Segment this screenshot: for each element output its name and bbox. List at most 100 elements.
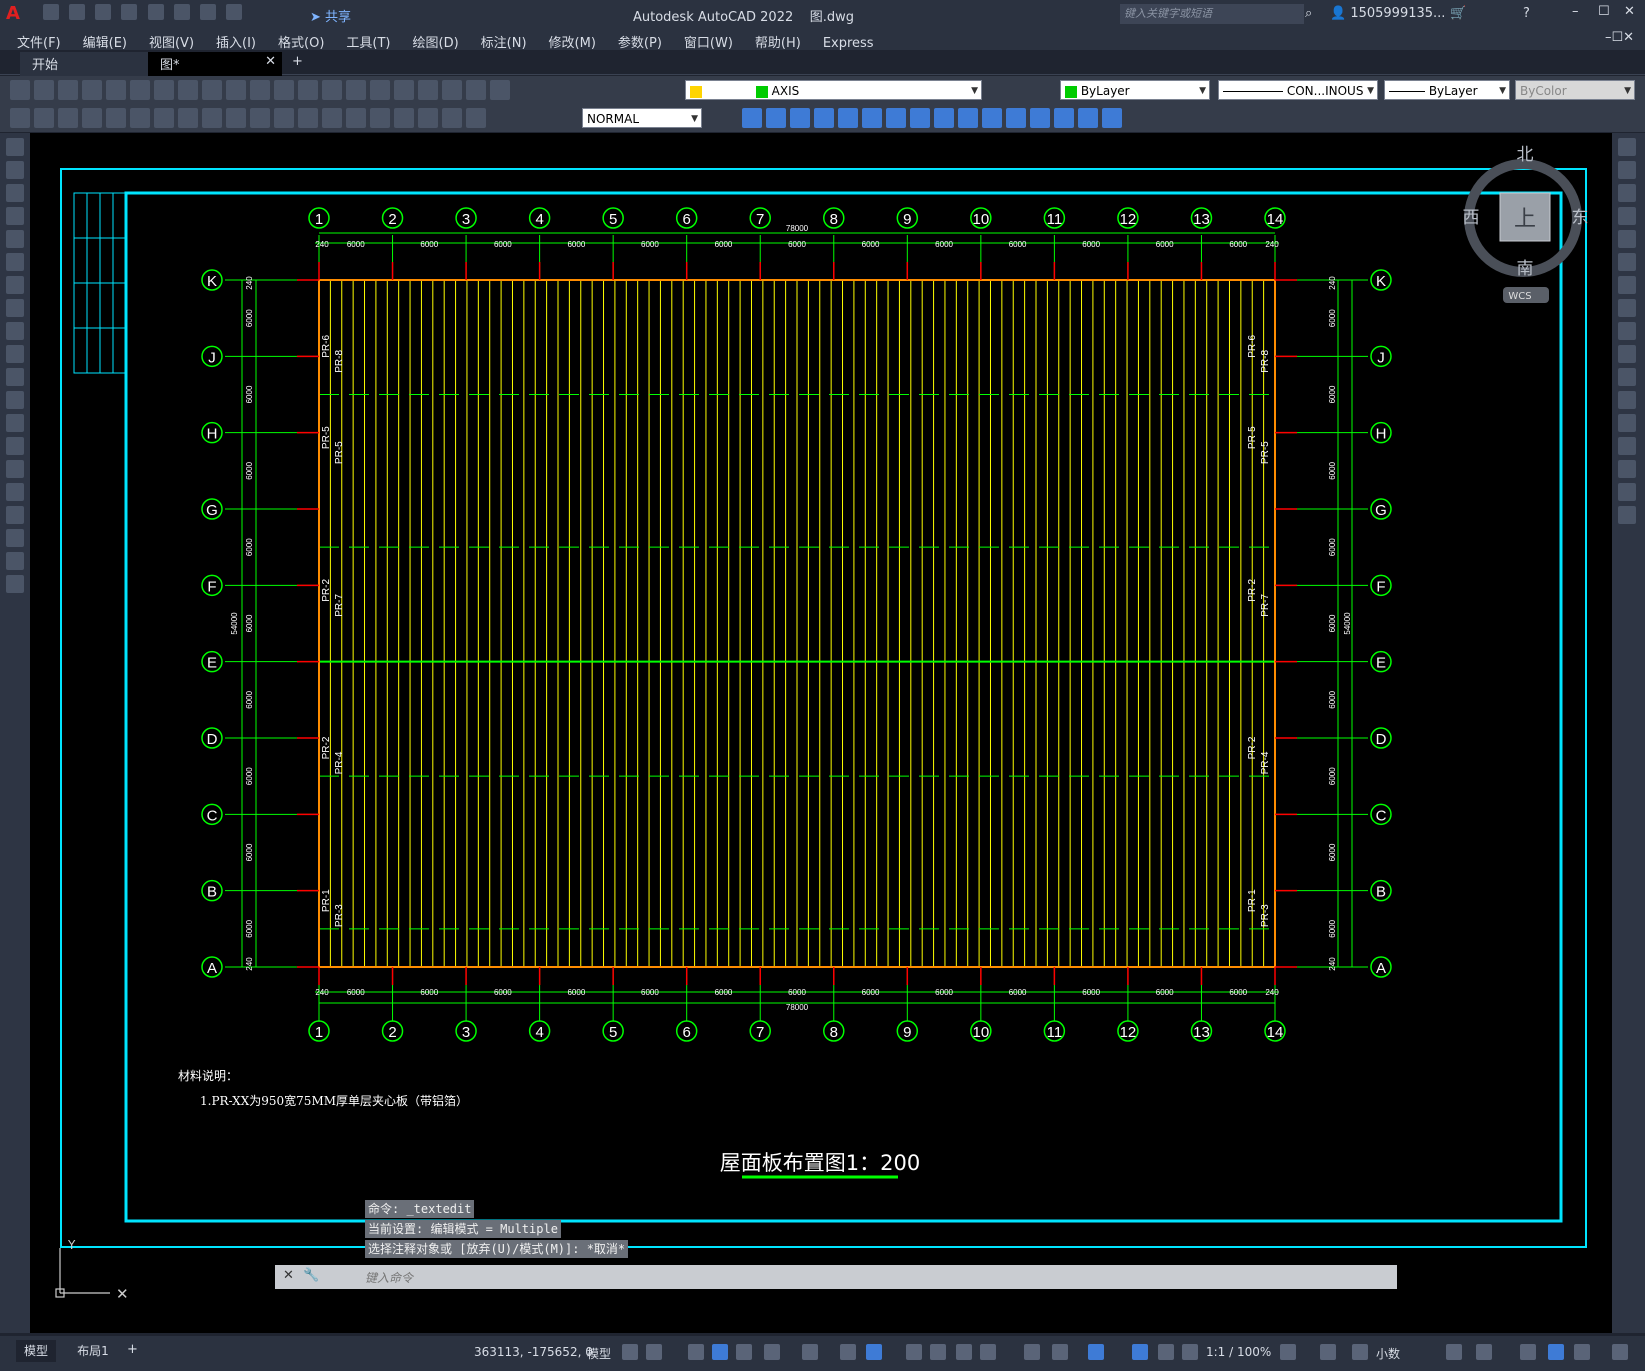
line-icon[interactable] bbox=[6, 138, 24, 156]
quick-dim-icon[interactable] bbox=[202, 108, 222, 128]
separate-icon[interactable] bbox=[1054, 108, 1074, 128]
table-icon[interactable] bbox=[6, 529, 24, 547]
polar-icon[interactable] bbox=[764, 1344, 780, 1360]
calculator-icon[interactable] bbox=[442, 80, 462, 100]
dim-diameter-icon[interactable] bbox=[154, 108, 174, 128]
dim-jogged-icon[interactable] bbox=[130, 108, 150, 128]
paste-icon[interactable] bbox=[202, 80, 222, 100]
clean-screen-icon[interactable] bbox=[1574, 1344, 1590, 1360]
save-icon[interactable] bbox=[58, 80, 78, 100]
imprint-icon[interactable] bbox=[1006, 108, 1026, 128]
erase-icon[interactable] bbox=[1618, 138, 1636, 156]
gizmo-icon[interactable] bbox=[1088, 1344, 1104, 1360]
open-icon[interactable] bbox=[69, 4, 86, 20]
hardware-acceleration-icon[interactable] bbox=[1548, 1344, 1564, 1360]
ellipse-icon[interactable] bbox=[6, 345, 24, 363]
close-command-icon[interactable]: ✕ bbox=[283, 1268, 294, 1283]
isolate-objects-icon[interactable] bbox=[1520, 1344, 1536, 1360]
plotstyle-select[interactable]: ByColor ▼ bbox=[1515, 80, 1635, 100]
viewcube-south[interactable]: 南 bbox=[1517, 259, 1534, 279]
insert-block-icon[interactable] bbox=[6, 391, 24, 409]
hatch-icon[interactable] bbox=[6, 460, 24, 478]
help-search-input[interactable]: 键入关键字或短语 bbox=[1120, 4, 1304, 24]
inspect-icon[interactable] bbox=[370, 108, 390, 128]
grid-icon[interactable] bbox=[622, 1344, 638, 1360]
redo-icon[interactable] bbox=[274, 80, 294, 100]
dim-break-icon[interactable] bbox=[298, 108, 318, 128]
offset-icon[interactable] bbox=[1618, 207, 1636, 225]
design-center-icon[interactable] bbox=[394, 80, 414, 100]
blend-icon[interactable] bbox=[1618, 483, 1636, 501]
minimize-button[interactable]: – bbox=[1572, 4, 1579, 19]
explode-icon[interactable] bbox=[1618, 506, 1636, 524]
save-icon[interactable] bbox=[95, 4, 112, 20]
maximize-button[interactable]: ☐ bbox=[1598, 4, 1610, 19]
color-face-icon[interactable] bbox=[982, 108, 1002, 128]
properties-icon[interactable] bbox=[370, 80, 390, 100]
open-icon[interactable] bbox=[34, 80, 54, 100]
user-account[interactable]: 👤 1505999135... bbox=[1330, 6, 1445, 21]
print-icon[interactable] bbox=[173, 4, 190, 20]
publish-icon[interactable] bbox=[130, 80, 150, 100]
save-as-icon[interactable] bbox=[121, 4, 138, 20]
taper-face-icon[interactable] bbox=[934, 108, 954, 128]
annotation-monitor-icon[interactable] bbox=[1320, 1344, 1336, 1360]
undo-icon[interactable] bbox=[199, 4, 216, 20]
layer-select[interactable]: AXIS ▼ bbox=[685, 80, 982, 100]
cart-icon[interactable]: 🛒 bbox=[1450, 6, 1466, 21]
region-icon[interactable] bbox=[6, 506, 24, 524]
workspace-gear-icon[interactable] bbox=[1280, 1344, 1296, 1360]
polygon-icon[interactable] bbox=[6, 207, 24, 225]
move-face-icon[interactable] bbox=[838, 108, 858, 128]
subtract-icon[interactable] bbox=[766, 108, 786, 128]
dim-edit-icon[interactable] bbox=[418, 108, 438, 128]
zoom-icon[interactable] bbox=[322, 80, 342, 100]
new-tab-button[interactable]: + bbox=[280, 52, 315, 76]
snap-icon[interactable] bbox=[646, 1344, 662, 1360]
dim-space-icon[interactable] bbox=[274, 108, 294, 128]
revision-cloud-icon[interactable] bbox=[6, 299, 24, 317]
join-icon[interactable] bbox=[1618, 414, 1636, 432]
arc-icon[interactable] bbox=[6, 253, 24, 271]
array-icon[interactable] bbox=[1618, 230, 1636, 248]
auto-scale-icon[interactable] bbox=[1158, 1344, 1174, 1360]
dim-aligned-icon[interactable] bbox=[34, 108, 54, 128]
copy-icon[interactable] bbox=[1618, 161, 1636, 179]
model-space-toggle[interactable]: 模型 bbox=[587, 1345, 611, 1362]
match-icon[interactable] bbox=[226, 80, 246, 100]
annotation-visibility-icon[interactable] bbox=[1132, 1344, 1148, 1360]
trim-icon[interactable] bbox=[1618, 345, 1636, 363]
cad-drawing[interactable]: 1122334455667788991010111112121313141460… bbox=[30, 133, 1612, 1333]
dim-angular-icon[interactable] bbox=[178, 108, 198, 128]
copy-face-icon[interactable] bbox=[958, 108, 978, 128]
center-mark-icon[interactable] bbox=[346, 108, 366, 128]
customize-wrench-icon[interactable]: 🔧 bbox=[303, 1268, 319, 1283]
dim-continue-icon[interactable] bbox=[250, 108, 270, 128]
dynamic-ucs-icon[interactable] bbox=[1024, 1344, 1040, 1360]
object-snap-tracking-icon[interactable] bbox=[840, 1344, 856, 1360]
viewcube-north[interactable]: 北 bbox=[1517, 145, 1534, 165]
offset-face-icon[interactable] bbox=[862, 108, 882, 128]
cut-icon[interactable] bbox=[154, 80, 174, 100]
dim-ordinate-icon[interactable] bbox=[82, 108, 102, 128]
stretch-icon[interactable] bbox=[1618, 322, 1636, 340]
dim-baseline-icon[interactable] bbox=[226, 108, 246, 128]
color-select[interactable]: ByLayer ▼ bbox=[1060, 80, 1210, 100]
lock-ui-icon[interactable] bbox=[1476, 1344, 1492, 1360]
tab-model[interactable]: 模型 bbox=[16, 1340, 56, 1362]
new-icon[interactable] bbox=[10, 80, 30, 100]
publish-icon[interactable] bbox=[147, 4, 164, 20]
tab-layout1[interactable]: 布局1 bbox=[68, 1340, 118, 1362]
ortho-icon[interactable] bbox=[736, 1344, 752, 1360]
shell-icon[interactable] bbox=[1078, 108, 1098, 128]
intersect-icon[interactable] bbox=[790, 108, 810, 128]
dim-radius-icon[interactable] bbox=[106, 108, 126, 128]
units-select[interactable]: 小数 bbox=[1376, 1345, 1400, 1362]
tool-palette-icon[interactable] bbox=[418, 80, 438, 100]
drawing-canvas[interactable]: 1 1 2 2 3 3 4 4 5 5 6 6 7 7 8 8 9 9 10 10 11 11 12 12 13 13 14 14 60… bbox=[30, 133, 1612, 1333]
viewcube-west[interactable]: 西 bbox=[1463, 208, 1480, 228]
point-icon[interactable] bbox=[6, 437, 24, 455]
clean-icon[interactable] bbox=[1030, 108, 1050, 128]
move-icon[interactable] bbox=[1618, 253, 1636, 271]
construction-line-icon[interactable] bbox=[6, 161, 24, 179]
